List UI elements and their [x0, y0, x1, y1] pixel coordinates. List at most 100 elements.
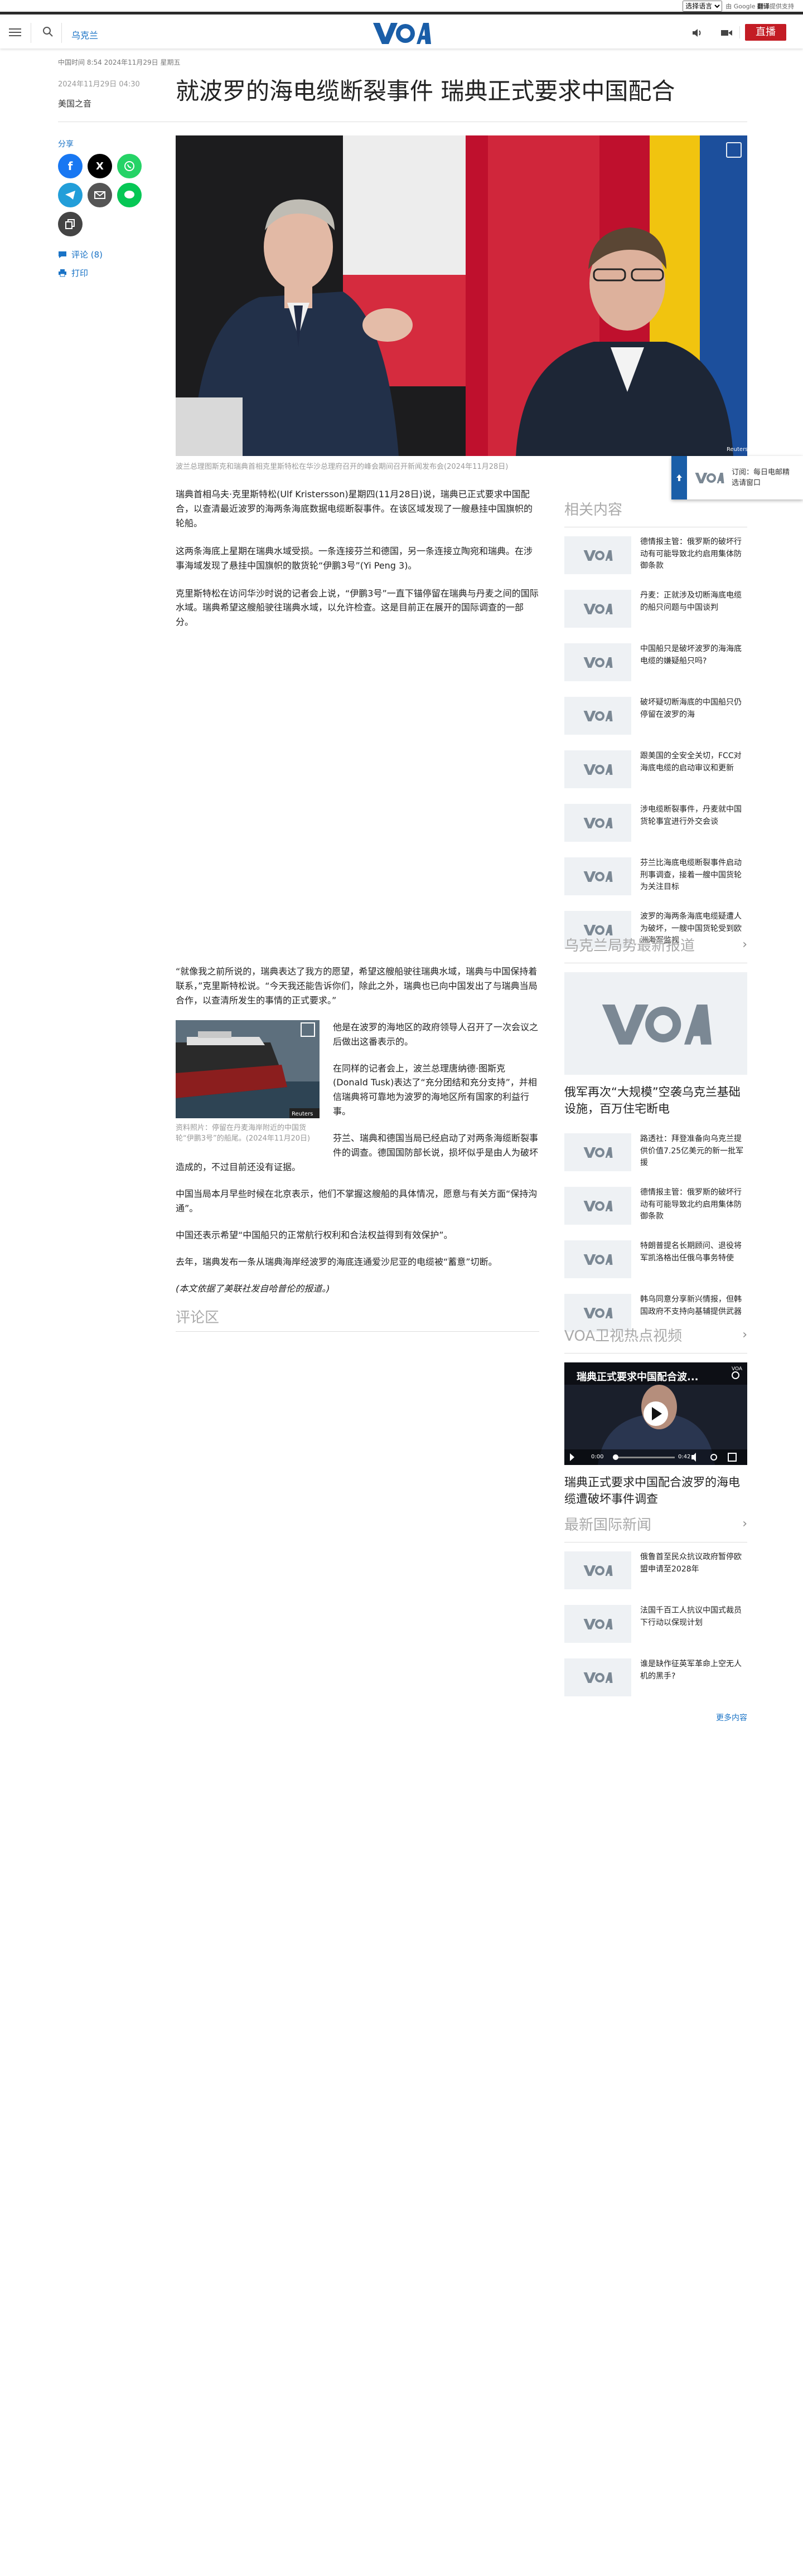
publish-date: 2024年11月29日 04:30 — [58, 80, 140, 89]
comments-heading: 评论区 — [176, 1306, 539, 1332]
video-camera-icon[interactable] — [720, 27, 733, 38]
voa-placeholder-icon — [564, 1240, 631, 1278]
voa-placeholder-icon — [564, 1133, 631, 1171]
ukraine-nav-link[interactable]: 乌克兰 — [71, 28, 98, 41]
hero-image: Reuters — [176, 135, 747, 456]
article-body-continued: “就像我之前所说的，瑞典表达了我方的愿望，希望这艘船驶往瑞典水域，瑞典与中国保持… — [176, 964, 539, 1296]
video-caption[interactable]: 瑞典正式要求中国配合波罗的海电缆遭破坏事件调查 — [564, 1474, 747, 1508]
video-scrubber[interactable] — [613, 1454, 618, 1460]
related-item[interactable]: 涉电缆断裂事件，丹麦就中国货轮事宜进行外交会谈 — [564, 804, 747, 842]
related-item[interactable]: 芬兰比海底电缆断裂事件启动刑事调查，接着一艘中国货轮为关注目标 — [564, 857, 747, 895]
telegram-icon[interactable] — [58, 183, 83, 207]
intl-heading-text: 最新国际新闻 — [564, 1517, 652, 1534]
voa-placeholder-icon — [564, 643, 631, 681]
ukraine-item[interactable]: 特朗普提名长期顾问、退役将军凯洛格出任俄乌事务特使 — [564, 1240, 747, 1278]
voa-placeholder-icon — [564, 1186, 631, 1225]
ukraine-item-title[interactable]: 路透社：拜登准备向乌克兰提供价值7.25亿美元的新一批军援 — [640, 1133, 747, 1170]
related-item[interactable]: 破坏疑切断海底的中国船只仍停留在波罗的海 — [564, 697, 747, 735]
ukraine-item-title[interactable]: 德情报主管：俄罗斯的破坏行动有可能导致北约启用集体防御条款 — [640, 1187, 747, 1223]
ukraine-lead-title[interactable]: 俄军再次“大规模”空袭乌克兰基础设施，百万住宅断电 — [564, 1084, 747, 1118]
top-strip: 选择语言 由 Google 翻译提供支持 — [0, 0, 803, 14]
gt-translate-text[interactable]: 翻译 — [757, 3, 770, 10]
intl-item-title[interactable]: 法国千百工人抗议中国式裁员下行动以保现计划 — [640, 1605, 747, 1629]
body-paragraph: 去年，瑞典发布一条从瑞典海岸经波罗的海底连通爱沙尼亚的电缆被“蓄意”切断。 — [176, 1256, 497, 1267]
intl-item[interactable]: 法国千百工人抗议中国式裁员下行动以保现计划 — [564, 1605, 747, 1643]
body-paragraph: “就像我之前所说的，瑞典表达了我方的愿望，希望这艘船驶往瑞典水域，瑞典与中国保持… — [176, 966, 538, 1006]
inline-figure: Reuters 资料照片：停留在丹麦海岸附近的中国货轮“伊鹏3号”的船尾。(20… — [176, 1020, 320, 1144]
inline-credit: Reuters — [292, 1111, 313, 1117]
popup-text[interactable]: 订阅：每日电邮精选请窗口 — [732, 467, 799, 489]
search-icon[interactable] — [42, 26, 54, 38]
print-link[interactable]: 打印 — [58, 267, 156, 279]
hamburger-menu-icon[interactable] — [9, 26, 21, 38]
intl-item[interactable]: 俄鲁首至民众抗议政府暂停欧盟申请至2028年 — [564, 1551, 747, 1589]
voa-placeholder-icon[interactable] — [564, 972, 747, 1075]
print-icon — [59, 269, 66, 277]
related-item[interactable]: 德情报主管：俄罗斯的破坏行动有可能导致北约启用集体防御条款 — [564, 536, 747, 574]
voa-placeholder-icon — [564, 1551, 631, 1589]
gt-suffix-text: 提供支持 — [770, 3, 794, 10]
related-item[interactable]: 丹麦：正就涉及切断海底电缆的船只问题与中国谈判 — [564, 590, 747, 628]
x-twitter-icon[interactable]: X — [88, 154, 112, 178]
video-player[interactable]: VOA 瑞典正式要求中国配合波... 0:00 0:42 — [564, 1362, 747, 1465]
comments-link[interactable]: 评论 (8) — [58, 249, 156, 260]
related-item-title[interactable]: 涉电缆断裂事件，丹麦就中国货轮事宜进行外交会谈 — [640, 804, 747, 828]
voa-placeholder-icon — [564, 804, 631, 842]
intl-item-title[interactable]: 俄鲁首至民众抗议政府暂停欧盟申请至2028年 — [640, 1551, 747, 1575]
voa-placeholder-icon — [564, 536, 631, 574]
intl-news-heading[interactable]: 最新国际新闻 › — [564, 1513, 747, 1542]
video-title-overlay[interactable]: 瑞典正式要求中国配合波... — [577, 1369, 699, 1384]
related-item[interactable]: 跟美国的全安全关切，FCC对海底电缆的启动审议和更新 — [564, 750, 747, 788]
ukraine-item[interactable]: 路透社：拜登准备向乌克兰提供价值7.25亿美元的新一批军援 — [564, 1133, 747, 1171]
voa-placeholder-icon — [564, 750, 631, 788]
ukraine-item-title[interactable]: 韩乌同意分享新兴情报，但韩国政府不支持向基辅提供武器 — [640, 1294, 747, 1318]
share-arrow-icon[interactable] — [732, 1371, 739, 1379]
hero-photo[interactable]: Reuters — [176, 135, 747, 456]
video-time-current: 0:00 — [591, 1454, 604, 1460]
intl-item-title[interactable]: 谁是缺作征英军革命上空无人机的黑手? — [640, 1658, 747, 1682]
inline-photo[interactable]: Reuters — [176, 1020, 320, 1118]
related-item-title[interactable]: 中国船只是破坏波罗的海海底电缆的嫌疑船只吗? — [640, 643, 747, 667]
chevron-right-icon: › — [742, 938, 747, 952]
copy-link-icon[interactable] — [58, 212, 83, 236]
whatsapp-icon[interactable] — [117, 154, 142, 178]
live-button[interactable]: 直播 — [739, 24, 786, 41]
newsletter-popup[interactable]: 订阅：每日电邮精选请窗口 — [671, 456, 803, 499]
body-paragraph: 中国当局本月早些时候在北京表示，他们不掌握这艘船的具体情况，愿意与有关方面“保持… — [176, 1188, 538, 1214]
video-heading-text: VOA卫视热点视频 — [564, 1328, 683, 1345]
chevron-right-icon: › — [742, 1517, 747, 1531]
related-heading-text: 相关内容 — [564, 502, 623, 518]
related-item-title[interactable]: 跟美国的全安全关切，FCC对海底电缆的启动审议和更新 — [640, 750, 747, 774]
video-heading[interactable]: VOA卫视热点视频 › — [564, 1325, 747, 1354]
line-icon[interactable] — [117, 183, 142, 207]
inline-caption: 资料照片：停留在丹麦海岸附近的中国货轮“伊鹏3号”的船尾。(2024年11月20… — [176, 1123, 311, 1143]
intl-item[interactable]: 谁是缺作征英军革命上空无人机的黑手? — [564, 1658, 747, 1696]
ukraine-item-title[interactable]: 特朗普提名长期顾问、退役将军凯洛格出任俄乌事务特使 — [640, 1240, 747, 1264]
voa-logo[interactable] — [372, 21, 431, 45]
popup-arrow-icon[interactable] — [671, 456, 687, 499]
expand-image-icon[interactable] — [726, 142, 742, 158]
voa-placeholder-icon — [564, 1658, 631, 1696]
ukraine-heading-text: 乌克兰局势最新报道 — [564, 938, 695, 954]
ukraine-section: 乌克兰局势最新报道 › 俄军再次“大规模”空袭乌克兰基础设施，百万住宅断电 路透社… — [564, 934, 747, 1347]
language-select[interactable]: 选择语言 — [683, 1, 723, 12]
site-header: 乌克兰 直播 — [0, 17, 803, 48]
more-content-link[interactable]: 更多内容 — [564, 1712, 747, 1723]
related-item[interactable]: 中国船只是破坏波罗的海海底电缆的嫌疑船只吗? — [564, 643, 747, 681]
related-heading: 相关内容 — [564, 498, 747, 527]
related-item-title[interactable]: 破坏疑切断海底的中国船只仍停留在波罗的海 — [640, 697, 747, 721]
hero-credit: Reuters — [727, 447, 747, 453]
comment-icon — [59, 251, 66, 258]
related-item-title[interactable]: 芬兰比海底电缆断裂事件启动刑事调查，接着一艘中国货轮为关注目标 — [640, 857, 747, 894]
article-title: 就波罗的海电缆断裂事件 瑞典正式要求中国配合 — [176, 77, 675, 105]
share-panel: 分享 f X 评论 (8) 打印 — [58, 138, 156, 285]
ukraine-heading[interactable]: 乌克兰局势最新报道 › — [564, 934, 747, 963]
facebook-icon[interactable]: f — [58, 154, 83, 178]
related-item-title[interactable]: 德情报主管：俄罗斯的破坏行动有可能导致北约启用集体防御条款 — [640, 536, 747, 573]
video-progress-track[interactable] — [613, 1457, 675, 1458]
ukraine-item[interactable]: 德情报主管：俄罗斯的破坏行动有可能导致北约启用集体防御条款 — [564, 1186, 747, 1225]
inline-image: Reuters — [176, 1020, 320, 1118]
audio-speaker-icon[interactable] — [691, 27, 704, 38]
email-icon[interactable] — [88, 183, 112, 207]
related-item-title[interactable]: 丹麦：正就涉及切断海底电缆的船只问题与中国谈判 — [640, 590, 747, 614]
